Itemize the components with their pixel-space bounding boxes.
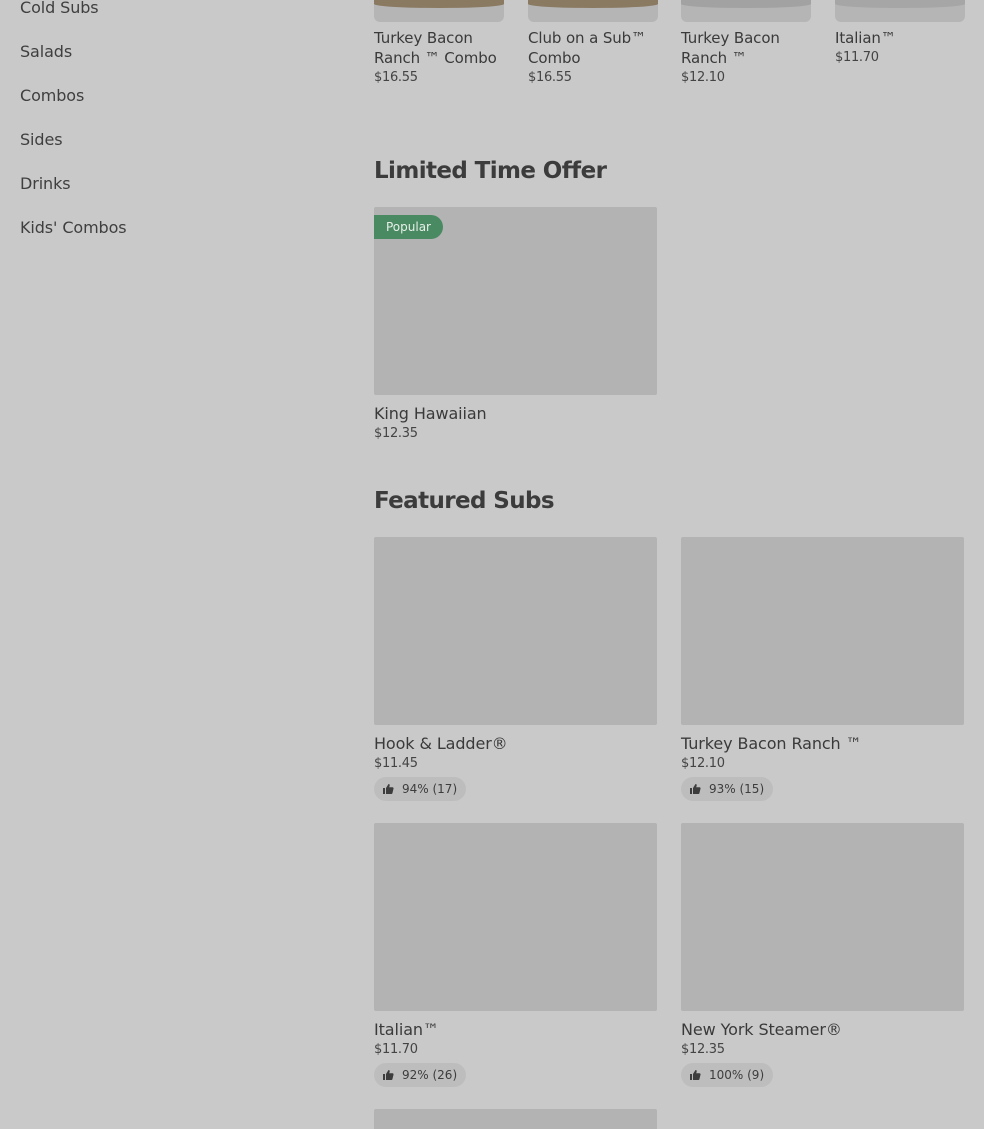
item-price: $12.35 [681, 1042, 725, 1057]
menu-item-card[interactable]: Italian™ $11.70 [835, 0, 965, 65]
sidebar-item-sides[interactable]: Sides [20, 126, 320, 170]
sidebar-item-kids-combos[interactable]: Kids' Combos [20, 214, 320, 258]
thumbs-up-icon [690, 784, 701, 794]
item-price: $16.55 [374, 70, 418, 85]
popular-badge: Popular [374, 215, 443, 239]
rating-text: 93% (15) [709, 782, 765, 796]
item-image [374, 823, 657, 1011]
item-image [528, 0, 658, 22]
item-image [374, 537, 657, 725]
item-image [835, 0, 965, 22]
rating-text: 100% (9) [709, 1068, 765, 1082]
item-image [681, 537, 964, 725]
item-price: $12.10 [681, 70, 725, 85]
menu-item-card[interactable]: Hook & Ladder® $11.45 94% (17) [374, 537, 657, 801]
item-image: Popular [374, 207, 657, 395]
menu-item-card[interactable]: New York Steamer® $12.35 100% (9) [681, 823, 964, 1087]
sidebar-item-drinks[interactable]: Drinks [20, 170, 320, 214]
item-price: $11.45 [374, 756, 418, 771]
rating-badge: 93% (15) [681, 777, 774, 801]
item-food-graphic [835, 0, 965, 8]
item-name: Italian™ [835, 29, 896, 47]
category-sidebar: Cold Subs Salads Combos Sides Drinks Kid… [20, 0, 320, 258]
next-item-image-peek[interactable] [374, 1109, 657, 1129]
sidebar-item-salads[interactable]: Salads [20, 38, 320, 82]
item-name: New York Steamer® [681, 1020, 842, 1039]
item-food-graphic [374, 0, 504, 8]
menu-item-card[interactable]: Turkey Bacon Ranch ™ Combo $16.55 [374, 0, 504, 85]
rating-badge: 94% (17) [374, 777, 467, 801]
rating-badge: 92% (26) [374, 1063, 467, 1087]
menu-item-card[interactable]: Club on a Sub™ Combo $16.55 [528, 0, 658, 85]
sidebar-item-combos[interactable]: Combos [20, 82, 320, 126]
featured-subs-heading: Featured Subs [374, 488, 555, 514]
rating-badge: 100% (9) [681, 1063, 774, 1087]
item-name: Turkey Bacon Ranch ™ [681, 29, 780, 67]
item-image [681, 0, 811, 22]
item-price: $12.10 [681, 756, 725, 771]
item-name: King Hawaiian [374, 404, 487, 423]
menu-item-card-king-hawaiian[interactable]: Popular King Hawaiian $12.35 [374, 207, 657, 441]
item-image [681, 823, 964, 1011]
item-price: $11.70 [835, 50, 879, 65]
item-name: Italian™ [374, 1020, 439, 1039]
menu-item-card[interactable]: Italian™ $11.70 92% (26) [374, 823, 657, 1087]
menu-item-card[interactable]: Turkey Bacon Ranch ™ $12.10 93% (15) [681, 537, 964, 801]
thumbs-up-icon [383, 1070, 394, 1080]
item-image [374, 0, 504, 22]
item-name: Turkey Bacon Ranch ™ Combo [374, 29, 497, 67]
item-food-graphic [681, 0, 811, 8]
thumbs-up-icon [690, 1070, 701, 1080]
item-price: $16.55 [528, 70, 572, 85]
item-food-graphic [528, 0, 658, 8]
rating-text: 94% (17) [402, 782, 458, 796]
thumbs-up-icon [383, 784, 394, 794]
item-name: Turkey Bacon Ranch ™ [681, 734, 862, 753]
sidebar-item-cold-subs[interactable]: Cold Subs [20, 0, 320, 38]
menu-item-card[interactable]: Turkey Bacon Ranch ™ $12.10 [681, 0, 811, 85]
item-price: $11.70 [374, 1042, 418, 1057]
limited-time-offer-heading: Limited Time Offer [374, 158, 607, 184]
item-name: Club on a Sub™ Combo [528, 29, 646, 67]
item-price: $12.35 [374, 426, 418, 441]
item-name: Hook & Ladder® [374, 734, 508, 753]
top-items-row: Turkey Bacon Ranch ™ Combo $16.55 Club o… [374, 0, 965, 110]
rating-text: 92% (26) [402, 1068, 458, 1082]
